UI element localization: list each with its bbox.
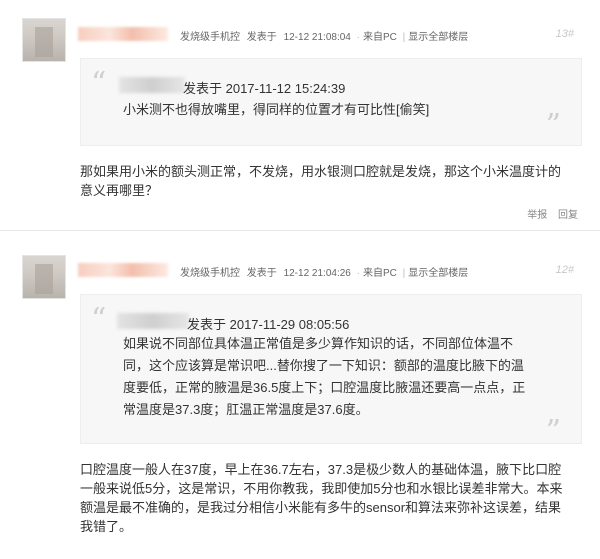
posted-label: 发表于 [246, 268, 277, 279]
reply-text: 口腔温度一般人在37度，早上在36.7左右，37.3是极少数人的基础体温，腋下比… [80, 460, 580, 536]
post-divider [0, 230, 600, 231]
username-blurred[interactable] [78, 263, 168, 277]
open-quote-icon: “ [91, 302, 107, 337]
close-quote-icon: ” [545, 414, 561, 449]
reply-link[interactable]: 回复 [558, 210, 578, 221]
open-quote-icon: “ [91, 66, 107, 101]
reply-line: 一般来说低5分，这是常识，不用你教我，我即使加5分也和水银比误差非常大。本来 [80, 481, 563, 496]
post-actions: 举报 回复 [519, 206, 578, 221]
device-label: 发烧级手机控 [180, 32, 240, 43]
floor-number: 13# [555, 28, 574, 40]
report-link[interactable]: 举报 [527, 210, 547, 221]
floor-number: 12# [555, 264, 574, 276]
reply-line: 那如果用小米的额头测正常，不发烧，用水银测口腔就是发烧，那这个小米温度计的 [80, 164, 562, 179]
quote-time: 发表于 2017-11-29 08:05:56 [187, 317, 350, 332]
reply-line: 口腔温度一般人在37度，早上在36.7左右，37.3是极少数人的基础体温，腋下比… [80, 462, 562, 477]
posted-label: 发表于 [246, 32, 277, 43]
show-all-floors-link[interactable]: 显示全部楼层 [408, 32, 468, 43]
show-all-floors-link[interactable]: 显示全部楼层 [408, 268, 468, 279]
avatar[interactable] [22, 255, 66, 299]
username-blurred[interactable] [78, 27, 168, 41]
quote-box: “ 发表于 2017-11-29 08:05:56 如果说不同部位具体温正常值是… [80, 294, 582, 449]
quoted-username-blurred [117, 313, 189, 329]
quote-box: “ 发表于 2017-11-12 15:24:39 小米测不也得放嘴里，得同样的… [80, 58, 582, 146]
reply-line: 额温是最不准确的，是我过分相信小米能有多牛的sensor和算法来弥补这误差，结果 [80, 500, 562, 515]
quote-line: 如果说不同部位具体温正常值是多少算作知识的话，不同部位体温不 [123, 336, 514, 351]
quote-time: 发表于 2017-11-12 15:24:39 [183, 81, 346, 96]
source-label: 来自PC [362, 268, 397, 279]
reply-text: 那如果用小米的额头测正常，不发烧，用水银测口腔就是发烧，那这个小米温度计的 意义… [80, 162, 580, 200]
post-time: 12-12 21:08:04 [283, 32, 351, 43]
quote-line: 度要低，正常的腋温是36.5度上下；口腔温度比腋温还要高一点点，正 [123, 380, 526, 395]
quoted-username-blurred [119, 77, 185, 93]
avatar[interactable] [22, 18, 66, 62]
post-meta: 发烧级手机控 发表于 12-12 21:08:04 · 来自PC | 显示全部楼层 [180, 32, 469, 43]
quote-line: 同，这个应该算是常识吧...替你搜了一下知识：额部的温度比腋下的温 [123, 358, 524, 373]
reply-line: 我错了。 [80, 519, 133, 534]
quote-text: 小米测不也得放嘴里，得同样的位置才有可比性[偷笑] [123, 102, 430, 117]
source-label: 来自PC [362, 32, 397, 43]
post-time: 12-12 21:04:26 [283, 268, 351, 279]
quote-line: 常温度是37.3度；肛温正常温度是37.6度。 [123, 402, 369, 417]
post-meta: 发烧级手机控 发表于 12-12 21:04:26 · 来自PC | 显示全部楼层 [180, 268, 469, 279]
reply-line: 意义再哪里？ [80, 183, 159, 198]
device-label: 发烧级手机控 [180, 268, 240, 279]
close-quote-icon: ” [545, 108, 561, 143]
quote-text: 如果说不同部位具体温正常值是多少算作知识的话，不同部位体温不 同，这个应该算是常… [123, 333, 525, 421]
